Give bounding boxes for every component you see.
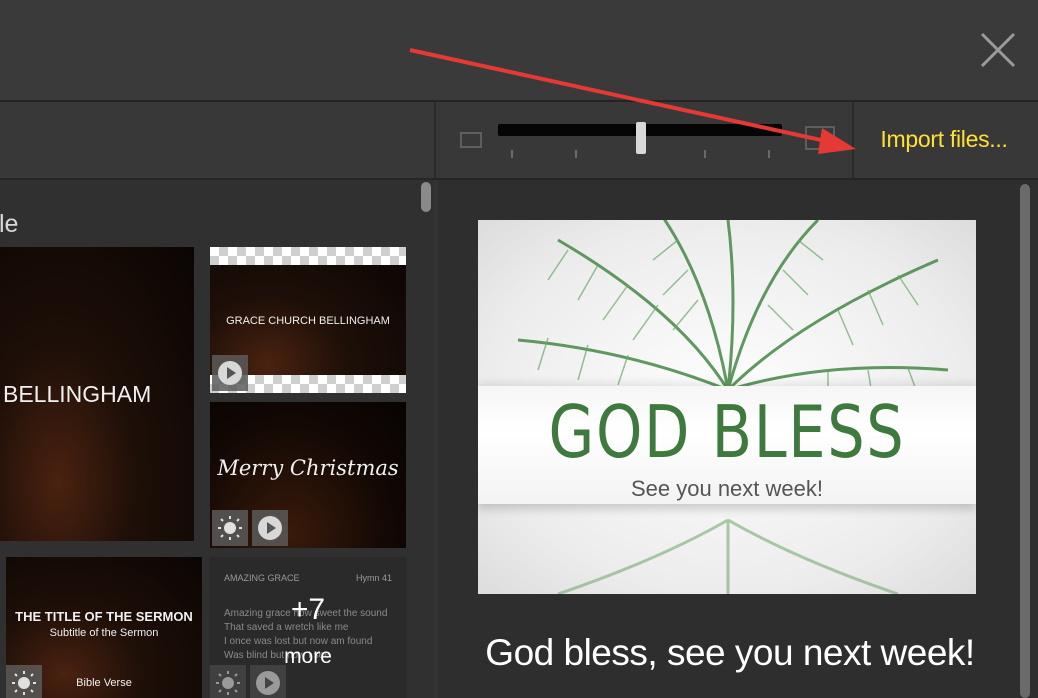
- toolbar-divider: [434, 102, 436, 178]
- thumbnail-caption: THE TITLE OF THE SERMON: [15, 609, 193, 624]
- media-library-panel: tle H BELLINGHAM GRACE CHURCH BELLINGHAM…: [0, 180, 434, 698]
- transparency-pattern: [210, 247, 406, 265]
- more-count: +7: [290, 593, 326, 626]
- media-thumbnail[interactable]: Merry Christmas: [210, 402, 406, 548]
- play-button[interactable]: [212, 355, 248, 391]
- top-bar: [0, 0, 1038, 102]
- preview-scrollbar[interactable]: [1020, 184, 1030, 698]
- slider-tick: [768, 150, 770, 158]
- slider-tick: [511, 150, 513, 158]
- play-icon: [256, 671, 280, 695]
- sun-icon: [12, 671, 36, 695]
- close-button[interactable]: [978, 30, 1018, 70]
- slider-handle[interactable]: [636, 122, 646, 154]
- thumbnail-caption: GRACE CHURCH BELLINGHAM: [226, 315, 390, 327]
- hymn-number: Hymn 41: [355, 573, 392, 583]
- section-title: tle: [0, 210, 19, 238]
- preview-subtitle: See you next week!: [630, 476, 823, 501]
- thumbnail-caption: H BELLINGHAM: [0, 381, 152, 407]
- play-button[interactable]: [250, 665, 286, 698]
- toolbar: Import files...: [0, 102, 1038, 180]
- preview-title: GOD BLESS: [548, 390, 906, 474]
- brightness-button[interactable]: [210, 665, 246, 698]
- thumbnail-caption: Merry Christmas: [217, 456, 399, 480]
- close-icon: [980, 32, 1016, 68]
- large-thumbnail-icon[interactable]: [805, 126, 835, 150]
- toolbar-divider: [852, 102, 854, 178]
- media-thumbnail[interactable]: H BELLINGHAM: [0, 247, 194, 541]
- media-thumbnail[interactable]: AMAZING GRACE Hymn 41 Amazing grace how …: [210, 557, 406, 698]
- play-icon: [258, 516, 282, 540]
- small-thumbnail-icon[interactable]: [460, 132, 482, 148]
- slider-tick: [575, 150, 577, 158]
- sun-icon: [216, 671, 240, 695]
- sun-icon: [218, 516, 242, 540]
- preview-caption: God bless, see you next week!: [485, 632, 975, 673]
- slider-tick: [704, 150, 706, 158]
- play-icon: [218, 361, 242, 385]
- brightness-button[interactable]: [6, 665, 42, 698]
- media-thumbnail[interactable]: THE TITLE OF THE SERMON Subtitle of the …: [6, 557, 202, 698]
- thumbnail-subtitle: Subtitle of the Sermon: [49, 627, 159, 639]
- play-button[interactable]: [252, 510, 288, 546]
- media-thumbnail[interactable]: GRACE CHURCH BELLINGHAM: [210, 247, 406, 393]
- import-files-button[interactable]: Import files...: [862, 122, 1026, 156]
- hymn-title: AMAZING GRACE: [224, 573, 300, 583]
- library-scrollbar[interactable]: [421, 182, 431, 212]
- brightness-button[interactable]: [212, 510, 248, 546]
- preview-image: GOD BLESS See you next week!: [478, 220, 976, 594]
